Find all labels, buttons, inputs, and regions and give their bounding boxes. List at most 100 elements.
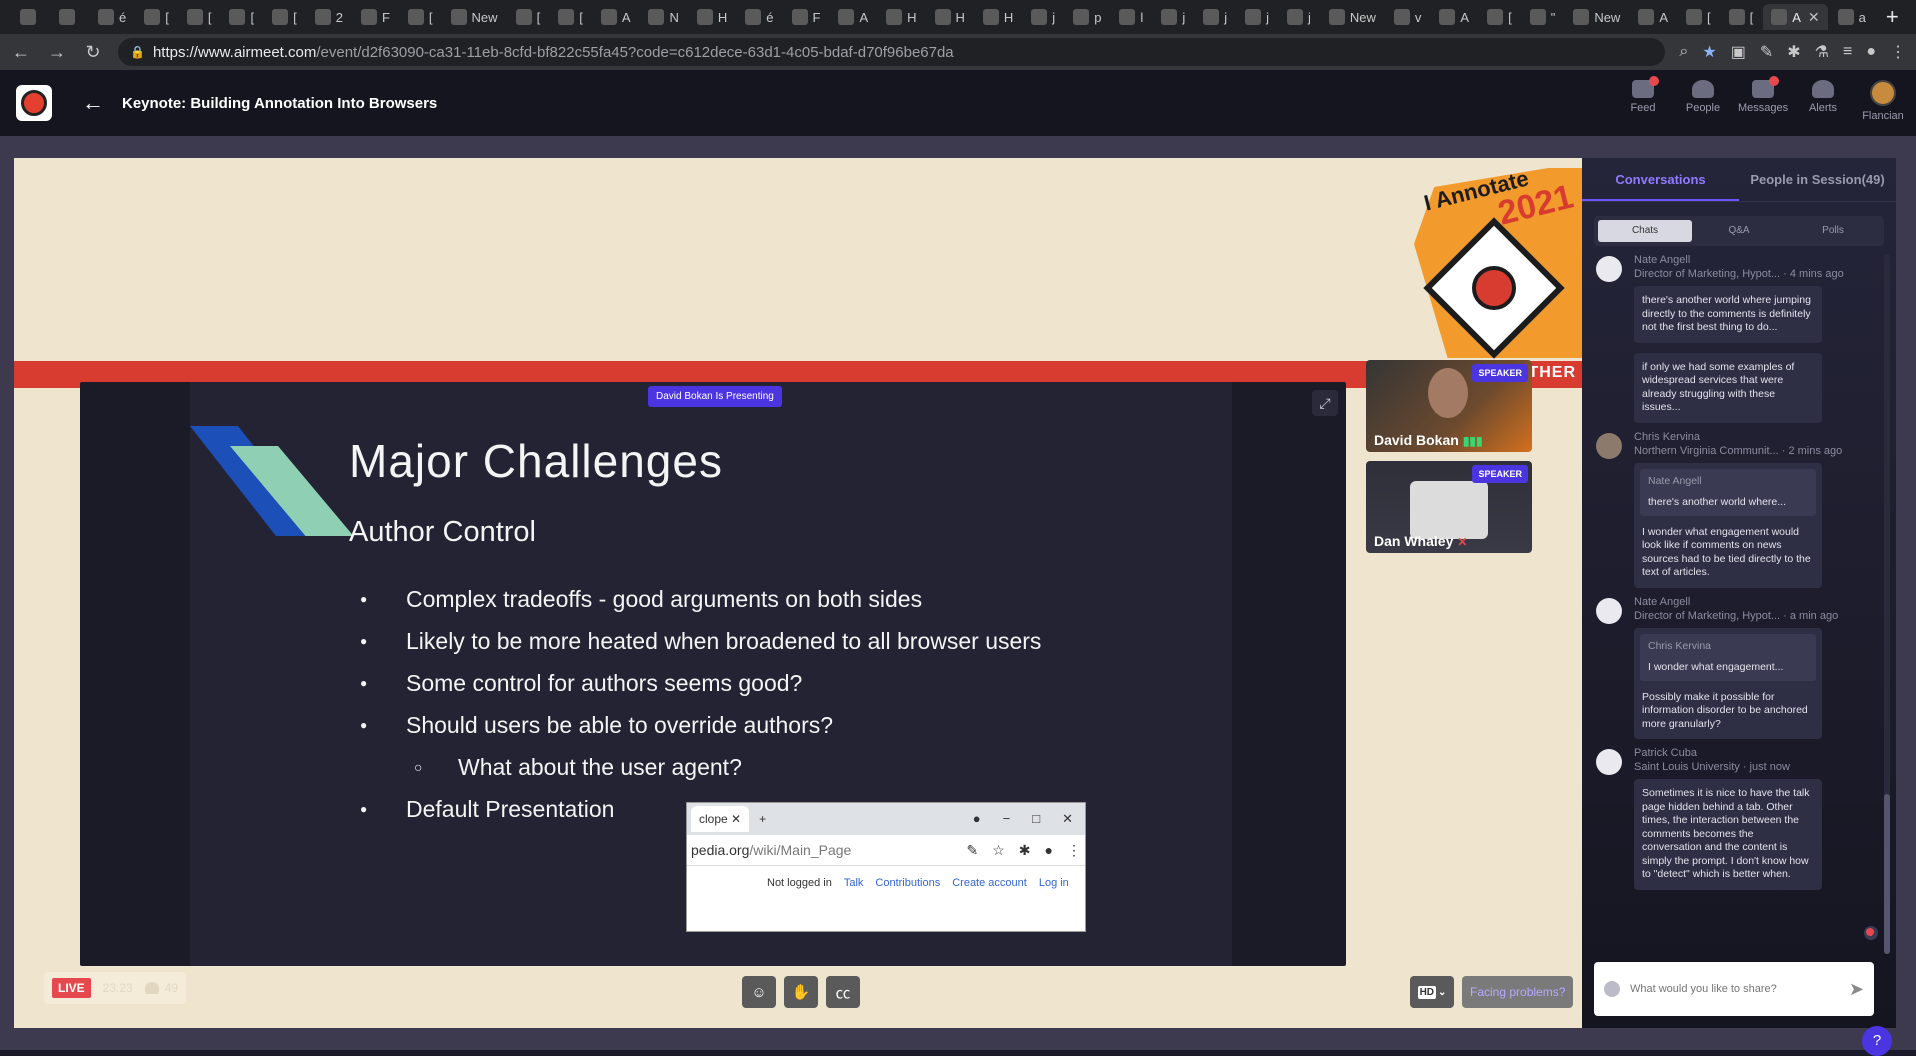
browser-tab[interactable]: A [1431, 4, 1477, 30]
shot-link: Contributions [875, 876, 941, 889]
lock-icon: 🔒 [130, 45, 145, 59]
close-tab-icon[interactable]: ✕ [1808, 9, 1820, 26]
browser-tab[interactable]: A [593, 4, 639, 30]
avatar [1596, 432, 1622, 459]
browser-tab-favicon [745, 9, 762, 25]
extension-icon[interactable]: ▣ [1731, 42, 1746, 62]
browser-tab[interactable]: [ [550, 4, 591, 30]
quality-selector[interactable]: HD ⌄ [1410, 976, 1454, 1008]
scroll-thumb[interactable] [1884, 794, 1890, 954]
shot-link: Talk [843, 876, 864, 889]
browser-tab[interactable] [12, 4, 49, 30]
browser-tab[interactable]: j [1195, 4, 1235, 30]
browser-tab[interactable]: [ [179, 4, 220, 30]
browser-tab[interactable]: p [1065, 4, 1109, 30]
messages-badge [1769, 76, 1779, 86]
raise-hand-button[interactable]: ✋ [784, 976, 818, 1008]
browser-tab[interactable]: [ [136, 4, 177, 30]
nav-messages[interactable]: Messages [1738, 76, 1788, 122]
browser-tab[interactable]: H [689, 4, 735, 30]
browser-tab[interactable]: " [1522, 4, 1564, 30]
nav-alerts[interactable]: Alerts [1798, 80, 1848, 122]
nav-feed[interactable]: Feed [1618, 76, 1668, 122]
browser-tab[interactable]: A [1630, 4, 1676, 30]
attendee-count: 49 [144, 981, 178, 995]
browser-tab[interactable]: [ [1678, 4, 1719, 30]
annotate-extension-icon[interactable]: ✎ [1760, 42, 1773, 62]
shot-url-host: pedia.org [691, 842, 750, 858]
browser-tab-favicon [838, 9, 855, 25]
emoji-reaction-button[interactable]: ☺ [742, 976, 776, 1008]
reload-icon[interactable]: ↻ [82, 42, 104, 63]
menu-icon[interactable]: ⋮ [1890, 42, 1906, 62]
browser-tab[interactable]: N [640, 4, 686, 30]
browser-tab[interactable]: F [353, 4, 398, 30]
zoom-icon[interactable]: ⌕ [1679, 43, 1688, 61]
subtab-qna[interactable]: Q&A [1692, 220, 1786, 242]
nav-profile[interactable]: Flancian [1858, 80, 1908, 122]
browser-tab[interactable]: j [1279, 4, 1319, 30]
reading-list-icon[interactable]: ≡ [1843, 43, 1852, 61]
browser-tab[interactable]: [ [1721, 4, 1762, 30]
browser-tab[interactable]: H [927, 4, 973, 30]
browser-tab-label: H [717, 9, 728, 25]
emoji-icon[interactable] [1604, 981, 1620, 997]
facing-problems-button[interactable]: Facing problems? [1462, 976, 1574, 1008]
chat-author: Chris Kervina [1634, 430, 1701, 443]
captions-button[interactable]: ㏄ [826, 976, 860, 1008]
subtab-chats[interactable]: Chats [1598, 220, 1692, 242]
shot-tab-label: clope ✕ [691, 806, 750, 832]
browser-tab[interactable]: j [1153, 4, 1193, 30]
browser-tab[interactable]: 2 [307, 4, 351, 30]
new-tab-icon[interactable]: + [1876, 4, 1909, 30]
nav-people-label: People [1685, 102, 1721, 114]
back-icon[interactable]: ← [10, 42, 32, 63]
speaker-tile-dan[interactable]: SPEAKER Dan Whaley ✕ [1366, 461, 1532, 553]
mic-active-icon: ▮▮▮ [1462, 434, 1483, 448]
send-icon[interactable]: ➤ [1849, 979, 1864, 1000]
browser-tab[interactable]: H [975, 4, 1021, 30]
browser-tab[interactable]: A [830, 4, 876, 30]
browser-tab[interactable]: H [878, 4, 924, 30]
address-bar[interactable]: 🔒 https://www.airmeet.com/event/d2f63090… [118, 38, 1666, 66]
shot-star-icon: ☆ [992, 841, 1005, 858]
browser-tab[interactable]: F [784, 4, 829, 30]
browser-tab[interactable]: [ [264, 4, 305, 30]
nav-profile-label: Flancian [1862, 110, 1904, 122]
chat-scrollbar[interactable] [1884, 254, 1890, 954]
browser-tab[interactable]: [ [508, 4, 549, 30]
nav-people[interactable]: People [1678, 80, 1728, 122]
chat-subtabs: Chats Q&A Polls [1594, 216, 1884, 246]
browser-tab[interactable]: é [90, 4, 134, 30]
event-logo[interactable] [16, 85, 52, 121]
browser-tab[interactable]: New [1565, 4, 1628, 30]
browser-tab[interactable]: j [1237, 4, 1277, 30]
bookmark-star-icon[interactable]: ★ [1702, 42, 1716, 62]
browser-tab[interactable]: New [1321, 4, 1384, 30]
chat-input[interactable] [1630, 983, 1839, 995]
browser-tab[interactable] [51, 4, 88, 30]
browser-tab[interactable]: j [1023, 4, 1063, 30]
browser-tab[interactable]: New [443, 4, 506, 30]
browser-tab[interactable]: A ✕ [1763, 4, 1828, 30]
puzzle-icon[interactable]: ✱ [1787, 42, 1800, 62]
subtab-polls[interactable]: Polls [1786, 220, 1880, 242]
profile-icon[interactable]: ● [1866, 43, 1876, 61]
back-arrow-icon[interactable]: ← [82, 90, 104, 116]
browser-tab[interactable]: é [737, 4, 781, 30]
browser-tab[interactable]: [ [221, 4, 262, 30]
fullscreen-icon[interactable]: ⤢ [1312, 390, 1338, 416]
chat-message: Chris Kervina Northern Virginia Communit… [1594, 431, 1882, 588]
browser-tab[interactable]: v [1386, 4, 1430, 30]
flask-icon[interactable]: ⚗ [1815, 42, 1829, 62]
help-button[interactable]: ? [1862, 1026, 1892, 1056]
shot-maximize-icon: □ [1032, 811, 1041, 826]
browser-tab[interactable]: [ [1479, 4, 1520, 30]
browser-tab[interactable]: [ [400, 4, 441, 30]
tab-conversations[interactable]: Conversations [1582, 158, 1739, 201]
forward-icon[interactable]: → [46, 42, 68, 63]
speaker-tile-david[interactable]: SPEAKER David Bokan ▮▮▮ [1366, 360, 1532, 452]
browser-tab[interactable]: a [1830, 4, 1874, 30]
browser-tab[interactable]: l [1111, 4, 1151, 30]
tab-people-in-session[interactable]: People in Session(49) [1739, 158, 1896, 201]
